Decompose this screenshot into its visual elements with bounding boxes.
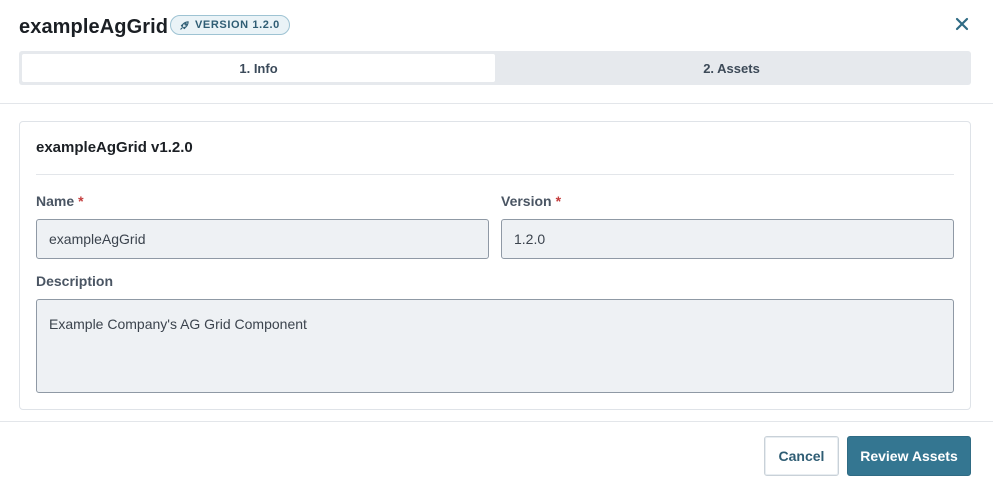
cancel-button[interactable]: Cancel (764, 436, 839, 476)
name-input[interactable]: exampleAgGrid (36, 219, 489, 259)
name-label: Name * (36, 193, 84, 209)
required-marker: * (78, 193, 84, 209)
required-marker: * (555, 193, 562, 209)
card-title: exampleAgGrid v1.2.0 (36, 139, 193, 156)
version-badge-label: VERSION 1.2.0 (195, 19, 280, 31)
name-label-text: Name (36, 193, 75, 209)
modal-footer: Cancel Review Assets (0, 421, 993, 488)
version-badge: VERSION 1.2.0 (170, 15, 290, 35)
tab-info[interactable]: 1. Info (22, 54, 495, 82)
step-tabs: 1. Info 2. Assets (19, 51, 971, 85)
modal-header: exampleAgGrid VERSION 1.2.0 1. Info 2. A… (0, 0, 993, 104)
tab-assets[interactable]: 2. Assets (495, 54, 968, 82)
rocket-icon (179, 20, 190, 31)
review-assets-button[interactable]: Review Assets (847, 436, 971, 476)
version-label: Version * (501, 193, 561, 209)
modal-title: exampleAgGrid (19, 16, 169, 38)
component-modal: exampleAgGrid VERSION 1.2.0 1. Info 2. A… (0, 0, 993, 488)
version-label-text: Version (501, 193, 552, 209)
close-button[interactable] (952, 14, 972, 34)
card-divider (36, 174, 954, 175)
description-textarea[interactable]: Example Company's AG Grid Component (36, 299, 954, 393)
info-card: exampleAgGrid v1.2.0 Name * exampleAgGrid… (19, 121, 971, 410)
close-icon (955, 17, 969, 31)
version-input[interactable]: 1.2.0 (501, 219, 954, 259)
description-label: Description (36, 273, 114, 289)
